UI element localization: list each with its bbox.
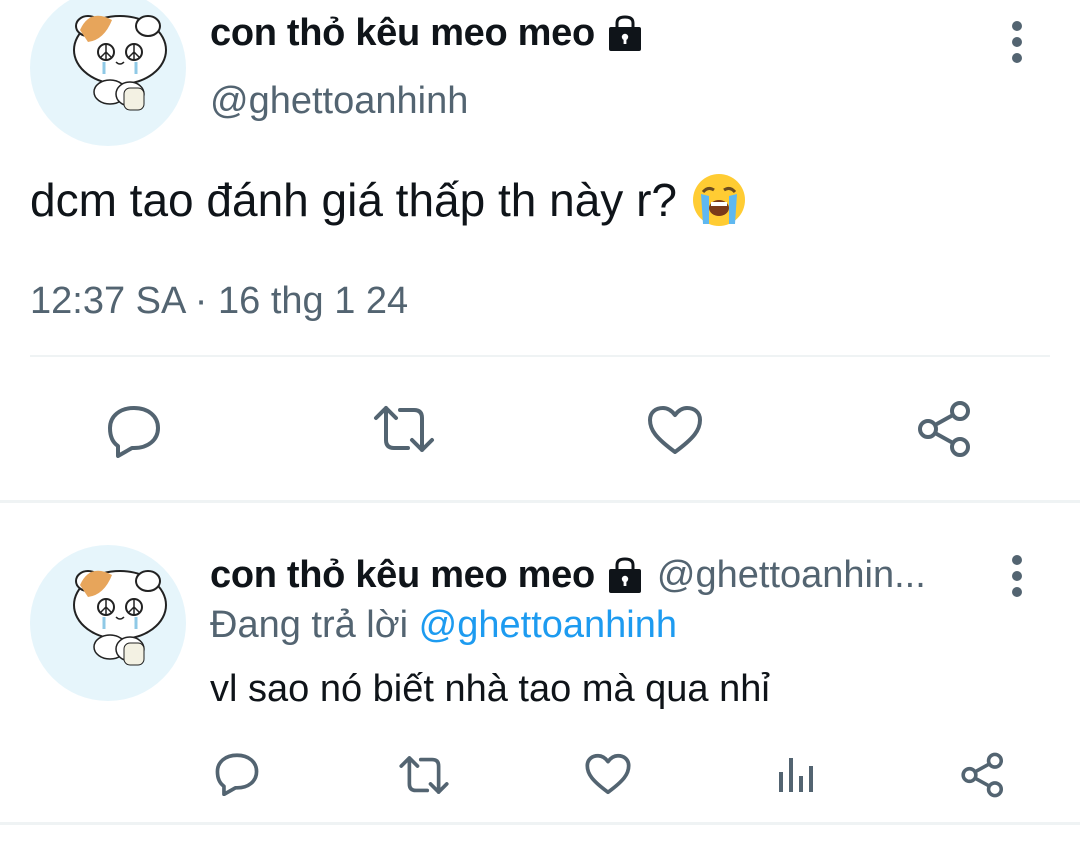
avatar[interactable] bbox=[30, 0, 186, 146]
timestamp[interactable]: 12:37 SA · 16 thg 1 24 bbox=[30, 280, 408, 323]
avatar[interactable] bbox=[30, 545, 186, 701]
share-icon[interactable] bbox=[916, 400, 974, 458]
more-options-icon[interactable] bbox=[1010, 554, 1024, 598]
handle: @ghettoanhin... bbox=[656, 554, 926, 596]
loudly-crying-face-icon bbox=[691, 172, 747, 228]
retweet-icon[interactable] bbox=[398, 754, 450, 796]
avatar-image bbox=[73, 570, 167, 666]
display-name[interactable]: con thỏ kêu meo meo bbox=[210, 12, 645, 55]
section-divider bbox=[0, 500, 1080, 503]
handle[interactable]: @ghettoanhinh bbox=[210, 80, 468, 123]
share-icon[interactable] bbox=[960, 752, 1006, 798]
replying-to-handle-link[interactable]: @ghettoanhinh bbox=[419, 604, 677, 646]
replying-to-label: Đang trả lời bbox=[210, 604, 409, 646]
avatar-image bbox=[73, 15, 167, 111]
lock-icon bbox=[605, 14, 645, 53]
reply-icon[interactable] bbox=[214, 752, 260, 796]
retweet-icon[interactable] bbox=[372, 404, 436, 454]
reply-author[interactable]: con thỏ kêu meo meo @ghettoanhin... bbox=[210, 554, 926, 597]
replying-to: Đang trả lời @ghettoanhinh bbox=[210, 604, 677, 647]
like-icon[interactable] bbox=[646, 404, 704, 456]
analytics-icon[interactable] bbox=[776, 756, 816, 794]
tweet-text: dcm tao đánh giá thấp th này r? bbox=[30, 172, 747, 228]
tweet-text-content: dcm tao đánh giá thấp th này r? bbox=[30, 174, 677, 226]
reply-icon[interactable] bbox=[106, 404, 162, 458]
like-icon[interactable] bbox=[584, 752, 632, 796]
section-divider bbox=[0, 822, 1080, 825]
display-name-text: con thỏ kêu meo meo bbox=[210, 554, 595, 596]
lock-icon bbox=[605, 556, 645, 595]
more-options-icon[interactable] bbox=[1010, 20, 1024, 64]
reply-text: vl sao nó biết nhà tao mà qua nhỉ bbox=[210, 668, 770, 710]
display-name-text: con thỏ kêu meo meo bbox=[210, 12, 595, 54]
divider bbox=[30, 355, 1050, 357]
